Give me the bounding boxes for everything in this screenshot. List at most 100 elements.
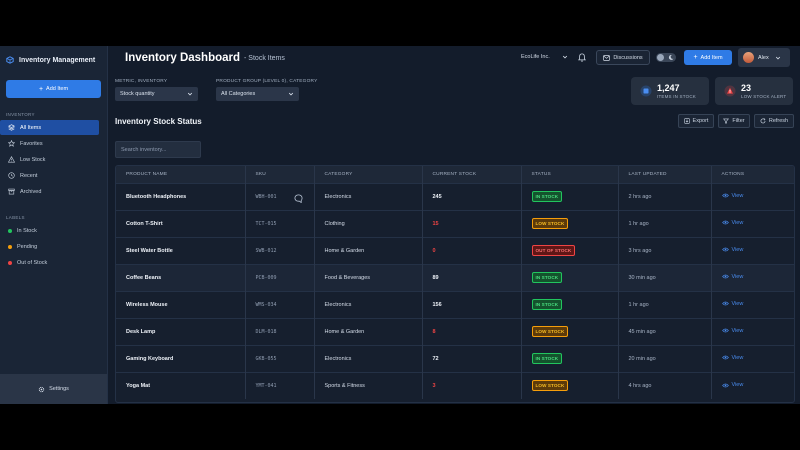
page-subtitle: - Stock Items [244, 54, 285, 62]
view-button[interactable]: View [721, 301, 743, 307]
refresh-button[interactable]: Refresh [754, 114, 794, 128]
sidebar-label-out-of-stock[interactable]: Out of Stock [0, 255, 99, 270]
category-cell: Home & Garden [314, 236, 423, 264]
top-bar: Inventory Dashboard - Stock Items EcoLif… [108, 46, 800, 70]
page-title: Inventory Dashboard [125, 52, 241, 64]
table-row[interactable]: Cotton T-Shirt TCT-015 Clothing 15 LOW STOCK… [116, 209, 794, 237]
view-label: View [731, 246, 744, 253]
sidebar-item-archived[interactable]: Archived [0, 184, 99, 199]
settings-button[interactable]: Settings [0, 374, 107, 404]
clock-icon [8, 172, 15, 179]
table-body: Bluetooth Headphones WBH-001 Electronics 24… [116, 182, 794, 399]
bell-icon[interactable] [578, 53, 586, 62]
low-stock-alert-value: 23 [741, 82, 752, 93]
low-stock-alert-label: Low Stock Alert [741, 93, 787, 99]
sidebar: Inventory Management + Add Item Inventor… [0, 46, 108, 404]
metric-filter: Metric, Inventory Stock quantity [115, 79, 198, 101]
column-header[interactable]: Product Name [116, 166, 246, 183]
filter-icon [723, 118, 730, 124]
discussions-label: Discussions [613, 54, 643, 61]
category-cell: Electronics [314, 290, 423, 318]
last-updated-cell: 4 hrs ago [618, 371, 712, 399]
sidebar-add-item-button[interactable]: + Add Item [6, 80, 101, 98]
sku-cell: SWB-012 [245, 236, 315, 264]
sidebar-label-in-stock[interactable]: In Stock [0, 223, 99, 238]
eye-icon [721, 301, 729, 306]
view-button[interactable]: View [721, 355, 743, 361]
sidebar-item-all-items[interactable]: All Items [0, 120, 99, 135]
sku-cell: TCT-015 [245, 209, 315, 237]
category-select[interactable]: All Categories [216, 87, 299, 101]
sidebar-label-pending[interactable]: Pending [0, 239, 99, 254]
section-title: Inventory Stock Status [115, 117, 202, 126]
header-add-item-label: Add Item [700, 54, 723, 61]
brand: Inventory Management [0, 49, 107, 71]
actions-cell: View [711, 317, 794, 345]
sidebar-item-recent[interactable]: Recent [0, 168, 99, 183]
product-name-cell: Steel Water Bottle [116, 236, 246, 264]
refresh-icon [760, 118, 766, 124]
sidebar-item-label: All Items [20, 124, 42, 131]
layers-icon [8, 124, 15, 131]
search-input[interactable] [115, 141, 201, 158]
view-button[interactable]: View [721, 219, 744, 226]
view-button[interactable]: View [721, 328, 743, 334]
eye-icon [721, 355, 729, 360]
export-button[interactable]: Export [678, 114, 714, 128]
chevron-down-icon [562, 55, 567, 59]
box-icon [640, 85, 652, 97]
status-badge: LOW STOCK [531, 380, 569, 392]
sidebar-item-favorites[interactable]: Favorites [0, 136, 99, 151]
actions-cell: View [711, 236, 794, 264]
header-add-item-button[interactable]: + Add Item [684, 50, 732, 65]
inventory-table: Product Name SKU Category Current Stock Stat… [115, 165, 795, 403]
warning-icon [8, 156, 15, 163]
column-header[interactable]: Actions [711, 166, 794, 183]
discussions-button[interactable]: Discussions [596, 50, 650, 65]
filter-button[interactable]: Filter [718, 114, 750, 128]
sidebar-item-low-stock[interactable]: Low Stock [0, 152, 99, 167]
sku-cell: WMS-034 [245, 290, 315, 318]
view-label: View [731, 219, 744, 226]
user-name: Alex [758, 54, 769, 61]
sidebar-item-label: Archived [20, 188, 42, 195]
table-row[interactable]: Desk Lamp DLM-018 Home & Garden 8 LOW STOCK 4… [116, 317, 794, 345]
column-header[interactable]: Current Stock [422, 166, 522, 183]
items-in-stock-card: 1,247 Items in Stock [631, 77, 709, 105]
table-row[interactable]: Wireless Mouse WMS-034 Electronics 156 IN ST… [116, 290, 794, 318]
chevron-down-icon [187, 92, 193, 96]
metric-select[interactable]: Stock quantity [115, 87, 198, 101]
status-cell: IN STOCK [521, 290, 619, 318]
theme-toggle[interactable] [656, 53, 676, 62]
product-name-cell: Cotton T-Shirt [116, 209, 246, 237]
company-selector[interactable]: EcoLife Inc. [521, 54, 568, 60]
view-button[interactable]: View [721, 274, 743, 280]
view-button[interactable]: View [721, 382, 743, 388]
table-row[interactable]: Yoga Mat YMT-041 Sports & Fitness 3 LOW STOC… [116, 371, 794, 399]
stock-cell: 3 [422, 371, 522, 399]
sidebar-item-label: Favorites [20, 140, 43, 147]
status-badge: LOW STOCK [531, 218, 569, 229]
product-name-cell: Coffee Beans [116, 263, 246, 291]
table-row[interactable]: Gaming Keyboard GKB-055 Electronics 72 IN ST… [116, 344, 794, 372]
column-header[interactable]: Last Updated [618, 166, 712, 183]
chevron-down-icon [775, 56, 780, 59]
view-button[interactable]: View [721, 246, 744, 253]
user-menu[interactable]: Alex [738, 48, 790, 67]
table-row[interactable]: Coffee Beans PCB-009 Food & Beverages 89 IN … [116, 263, 794, 291]
table-row[interactable]: Steel Water Bottle SWB-012 Home & Garden 0 O… [116, 236, 794, 264]
stock-cell: 15 [422, 209, 522, 237]
product-name-cell: Desk Lamp [116, 317, 246, 345]
column-header[interactable]: Status [521, 166, 619, 183]
column-header[interactable]: SKU [245, 166, 315, 183]
column-header[interactable]: Category [314, 166, 423, 183]
sidebar-inventory-heading: Inventory [6, 112, 35, 117]
table-row[interactable]: Bluetooth Headphones WBH-001 Electronics 24… [116, 182, 794, 210]
main-content: Inventory Dashboard - Stock Items EcoLif… [108, 46, 800, 404]
cube-icon [6, 56, 14, 64]
download-icon [683, 118, 690, 124]
stock-cell: 0 [422, 236, 522, 264]
last-updated-cell: 20 min ago [618, 344, 712, 372]
view-button[interactable]: View [721, 193, 743, 199]
last-updated-cell: 30 min ago [618, 263, 712, 291]
